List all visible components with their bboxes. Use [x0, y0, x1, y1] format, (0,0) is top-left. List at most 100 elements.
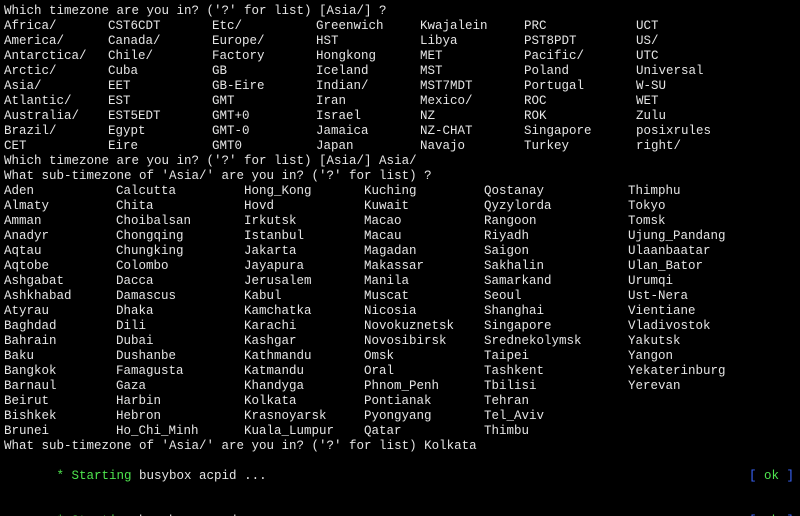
listing-item: Aden — [4, 184, 116, 199]
listing-item: Greenwich — [316, 19, 420, 34]
listing-item: Shanghai — [484, 304, 628, 319]
listing-item: NZ-CHAT — [420, 124, 524, 139]
listing-item: Kuwait — [364, 199, 484, 214]
listing-item: Hongkong — [316, 49, 420, 64]
listing-item: Pacific/ — [524, 49, 636, 64]
listing-item: Beirut — [4, 394, 116, 409]
listing-item: Iran — [316, 94, 420, 109]
listing-item: right/ — [636, 139, 736, 154]
listing-item: Bangkok — [4, 364, 116, 379]
listing-item: ROC — [524, 94, 636, 109]
listing-item: Ashkhabad — [4, 289, 116, 304]
listing-item: Tel_Aviv — [484, 409, 628, 424]
listing-item: UTC — [636, 49, 736, 64]
listing-item: Pontianak — [364, 394, 484, 409]
listing-item: Africa/ — [4, 19, 108, 34]
terminal-screen[interactable]: Which timezone are you in? ('?' for list… — [0, 0, 800, 516]
listing-item: ROK — [524, 109, 636, 124]
listing-column: AdenAlmatyAmmanAnadyrAqtauAqtobeAshgabat… — [4, 184, 116, 439]
listing-item: EST — [108, 94, 212, 109]
listing-item: NZ — [420, 109, 524, 124]
listing-item: Colombo — [116, 259, 244, 274]
listing-item: Indian/ — [316, 79, 420, 94]
listing-item: Kashgar — [244, 334, 364, 349]
listing-item: Turkey — [524, 139, 636, 154]
listing-item: GB — [212, 64, 316, 79]
listing-item: MET — [420, 49, 524, 64]
listing-item: Baku — [4, 349, 116, 364]
listing-item: Srednekolymsk — [484, 334, 628, 349]
listing-item: Ho_Chi_Minh — [116, 424, 244, 439]
listing-item: Dhaka — [116, 304, 244, 319]
listing-item: Jayapura — [244, 259, 364, 274]
listing-item: Riyadh — [484, 229, 628, 244]
bracket-open: [ — [749, 469, 764, 483]
listing-item: Portugal — [524, 79, 636, 94]
listing-item: Karachi — [244, 319, 364, 334]
listing-item: MST — [420, 64, 524, 79]
listing-item: Hovd — [244, 199, 364, 214]
listing-item: Aqtobe — [4, 259, 116, 274]
listing-item: Amman — [4, 214, 116, 229]
listing-column: PRCPST8PDTPacific/PolandPortugalROCROKSi… — [524, 19, 636, 154]
listing-item: Jamaica — [316, 124, 420, 139]
status-result: [ ok ] — [704, 499, 796, 516]
listing-item: HST — [316, 34, 420, 49]
listing-item: Omsk — [364, 349, 484, 364]
listing-item: Antarctica/ — [4, 49, 108, 64]
ok-text: ok — [764, 469, 779, 483]
listing-item: PRC — [524, 19, 636, 34]
listing-item: Urumqi — [628, 274, 748, 289]
listing-item: UCT — [636, 19, 736, 34]
listing-item: Europe/ — [212, 34, 316, 49]
listing-item: Cuba — [108, 64, 212, 79]
listing-item: Nicosia — [364, 304, 484, 319]
listing-item: Tomsk — [628, 214, 748, 229]
listing-item: Krasnoyarsk — [244, 409, 364, 424]
listing-item: Hong_Kong — [244, 184, 364, 199]
listing-item: Khandyga — [244, 379, 364, 394]
listing-item: Qatar — [364, 424, 484, 439]
listing-item: Choibalsan — [116, 214, 244, 229]
listing-item: W-SU — [636, 79, 736, 94]
listing-item: Makassar — [364, 259, 484, 274]
listing-item: Canada/ — [108, 34, 212, 49]
listing-column: KwajaleinLibyaMETMSTMST7MDTMexico/NZNZ-C… — [420, 19, 524, 154]
listing-item: Mexico/ — [420, 94, 524, 109]
listing-item: Thimphu — [628, 184, 748, 199]
listing-item: Israel — [316, 109, 420, 124]
listing-item: CST6CDT — [108, 19, 212, 34]
listing-item: US/ — [636, 34, 736, 49]
listing-item: Kathmandu — [244, 349, 364, 364]
listing-item: Jerusalem — [244, 274, 364, 289]
listing-column: QostanayQyzylordaRangoonRiyadhSaigonSakh… — [484, 184, 628, 439]
listing-item: Tbilisi — [484, 379, 628, 394]
listing-item: Sakhalin — [484, 259, 628, 274]
bullet-icon: * Starting — [49, 469, 139, 483]
listing-item: Chita — [116, 199, 244, 214]
listing-item: Universal — [636, 64, 736, 79]
listing-item: EET — [108, 79, 212, 94]
listing-item: Atyrau — [4, 304, 116, 319]
listing-item: Singapore — [484, 319, 628, 334]
listing-item: Phnom_Penh — [364, 379, 484, 394]
listing-column: Hong_KongHovdIrkutskIstanbulJakartaJayap… — [244, 184, 364, 439]
listing-item: Singapore — [524, 124, 636, 139]
listing-item: Arctic/ — [4, 64, 108, 79]
listing-item: America/ — [4, 34, 108, 49]
listing-column: KuchingKuwaitMacaoMacauMagadanMakassarMa… — [364, 184, 484, 439]
listing-item — [628, 409, 748, 424]
listing-item: Barnaul — [4, 379, 116, 394]
listing-item: Pyongyang — [364, 409, 484, 424]
listing-item: Chongqing — [116, 229, 244, 244]
listing-column: Africa/America/Antarctica/Arctic/Asia/At… — [4, 19, 108, 154]
listing-item: GMT+0 — [212, 109, 316, 124]
listing-item: Kolkata — [244, 394, 364, 409]
listing-item: Japan — [316, 139, 420, 154]
listing-item: GMT — [212, 94, 316, 109]
listing-column: UCTUS/UTCUniversalW-SUWETZuluposixrulesr… — [636, 19, 736, 154]
listing-item: Baghdad — [4, 319, 116, 334]
listing-item: Seoul — [484, 289, 628, 304]
listing-item: Atlantic/ — [4, 94, 108, 109]
listing-item: Eire — [108, 139, 212, 154]
